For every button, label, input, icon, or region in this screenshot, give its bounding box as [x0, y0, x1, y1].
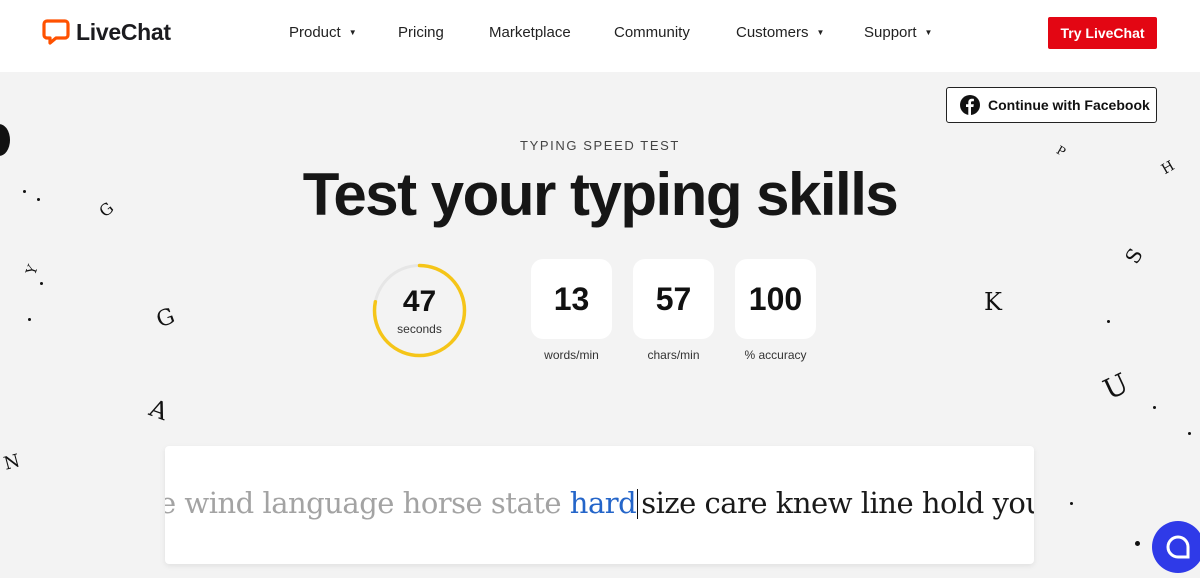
timer-value: 47 [402, 285, 437, 318]
facebook-icon [960, 95, 980, 115]
decorative-dot [1070, 502, 1073, 505]
caret-down-icon: ▼ [816, 28, 825, 37]
livechat-logo-icon [42, 19, 70, 45]
nav-community-label: Community [614, 24, 690, 41]
chars-per-minute-label: chars/min [647, 348, 700, 362]
nav-support-label: Support [864, 24, 917, 41]
decorative-dot [40, 282, 43, 285]
nav-marketplace[interactable]: Marketplace [489, 24, 571, 41]
nav-support[interactable]: Support ▼ [864, 24, 932, 41]
words-per-minute-label: words/min [544, 348, 599, 362]
nav-customers-label: Customers [736, 24, 809, 41]
decorative-dot [23, 190, 26, 193]
site-header: LiveChat Product ▼ Pricing Marketplace C… [0, 0, 1200, 72]
decorative-dot [1107, 320, 1110, 323]
decorative-dot [1153, 406, 1156, 409]
decorative-dot [1135, 541, 1140, 546]
nav-pricing-label: Pricing [398, 24, 444, 41]
nav-product[interactable]: Product ▼ [289, 24, 357, 41]
nav-product-label: Product [289, 24, 341, 41]
logo-text: LiveChat [76, 18, 171, 45]
decorative-dot [28, 318, 31, 321]
accuracy-value: 100 [735, 259, 816, 339]
decorative-letter: G [153, 303, 179, 334]
typed-words: e wind language horse state [165, 486, 570, 520]
decorative-letter: S [1120, 244, 1148, 268]
facebook-button-label: Continue with Facebook [988, 97, 1150, 113]
caret-down-icon: ▼ [924, 28, 933, 37]
accuracy-label: % accuracy [744, 348, 807, 362]
nav-pricing[interactable]: Pricing [398, 24, 444, 41]
chat-launcher-button[interactable] [1152, 521, 1200, 573]
chars-per-minute-value: 57 [633, 259, 714, 339]
caret-down-icon: ▼ [348, 28, 357, 37]
continue-with-facebook-button[interactable]: Continue with Facebook [946, 87, 1157, 123]
text-caret [637, 489, 639, 519]
try-livechat-button[interactable]: Try LiveChat [1048, 17, 1157, 49]
typing-input-area[interactable]: e wind language horse state hard size car… [165, 446, 1034, 564]
decorative-dot [1188, 432, 1191, 435]
decorative-letter: Y [23, 262, 42, 278]
nav-marketplace-label: Marketplace [489, 24, 571, 41]
timer-unit: seconds [397, 322, 442, 336]
words-per-minute-value: 13 [531, 259, 612, 339]
countdown-timer: 47 seconds [372, 263, 467, 358]
decorative-letter: N [1, 450, 23, 475]
typing-text-line: e wind language horse state hard size car… [165, 486, 1034, 520]
hero-eyebrow: TYPING SPEED TEST [520, 138, 680, 153]
decorative-dot [37, 198, 40, 201]
current-word: hard [569, 486, 637, 520]
nav-customers[interactable]: Customers ▼ [736, 24, 824, 41]
decorative-letter: K [984, 288, 1002, 316]
decorative-letter: A [145, 393, 172, 427]
upcoming-words: size care knew line hold your nir [641, 486, 1034, 520]
livechat-logo[interactable]: LiveChat [42, 18, 171, 46]
nav-community[interactable]: Community [614, 24, 690, 41]
decorative-letter: U [1098, 366, 1134, 407]
chat-bubble-icon [1166, 535, 1190, 559]
page-title: Test your typing skills [302, 161, 899, 228]
